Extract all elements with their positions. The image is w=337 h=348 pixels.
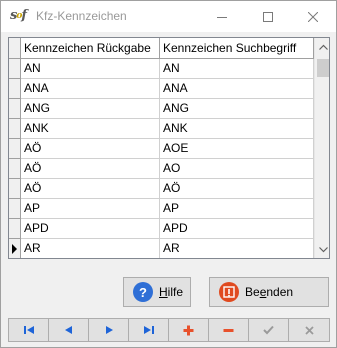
row-indicator[interactable] <box>9 199 21 219</box>
row-indicator[interactable] <box>9 139 21 159</box>
column-header-rueckgabe[interactable]: Kennzeichen Rückgabe <box>21 38 160 59</box>
row-indicator[interactable] <box>9 219 21 239</box>
cancel-x-icon <box>304 325 314 335</box>
nav-insert-button[interactable] <box>169 319 209 341</box>
close-icon <box>308 11 318 22</box>
chevron-up-icon <box>318 44 328 50</box>
app-window: sof Kfz-Kennzeichen Kennzeichen Rückgabe… <box>0 0 337 348</box>
skip-first-icon <box>23 326 34 334</box>
table-row[interactable]: ANA ANA <box>9 79 314 99</box>
scroll-up-button[interactable] <box>315 38 329 55</box>
cell-rueckgabe[interactable]: AÖ <box>21 139 160 159</box>
row-indicator[interactable] <box>9 119 21 139</box>
table-row[interactable]: AÖ AÖ <box>9 179 314 199</box>
help-icon: ? <box>133 282 153 302</box>
row-indicator[interactable] <box>9 159 21 179</box>
nav-delete-button[interactable] <box>209 319 249 341</box>
minus-icon <box>223 328 234 332</box>
table-row[interactable]: AR AR <box>9 239 314 258</box>
nav-cancel-button[interactable] <box>289 319 329 341</box>
data-grid[interactable]: Kennzeichen Rückgabe Kennzeichen Suchbeg… <box>8 37 330 259</box>
cell-suchbegriff[interactable]: AR <box>160 239 314 258</box>
cell-suchbegriff[interactable]: AP <box>160 199 314 219</box>
row-indicator[interactable] <box>9 179 21 199</box>
cell-suchbegriff[interactable]: APD <box>160 219 314 239</box>
cell-suchbegriff[interactable]: AOE <box>160 139 314 159</box>
grid-rows: AN AN ANA ANA ANG ANG ANK ANK AÖ AOE AÖ AO AÖ AÖ AP AP A… <box>9 59 314 258</box>
cell-rueckgabe[interactable]: AP <box>21 199 160 219</box>
checkmark-icon <box>263 325 274 335</box>
scroll-down-button[interactable] <box>315 241 329 258</box>
help-button-label: Hilfe <box>159 285 184 299</box>
cell-rueckgabe[interactable]: AN <box>21 59 160 79</box>
next-icon <box>105 326 113 334</box>
cell-rueckgabe[interactable]: AÖ <box>21 179 160 199</box>
nav-post-button[interactable] <box>249 319 289 341</box>
current-row-arrow-icon <box>12 244 17 254</box>
cell-rueckgabe[interactable]: APD <box>21 219 160 239</box>
table-row[interactable]: APD APD <box>9 219 314 239</box>
maximize-icon <box>263 11 273 22</box>
cell-suchbegriff[interactable]: AN <box>160 59 314 79</box>
row-indicator[interactable] <box>9 99 21 119</box>
maximize-button[interactable] <box>245 1 291 32</box>
exit-button[interactable]: Beenden <box>209 277 329 307</box>
table-row[interactable]: AÖ AOE <box>9 139 314 159</box>
table-row[interactable]: AP AP <box>9 199 314 219</box>
cell-rueckgabe[interactable]: ANA <box>21 79 160 99</box>
chevron-down-icon <box>318 246 328 252</box>
skip-last-icon <box>143 326 154 334</box>
db-navigator <box>8 318 330 342</box>
close-button[interactable] <box>290 1 336 32</box>
title-bar[interactable]: sof Kfz-Kennzeichen <box>1 1 336 32</box>
table-row[interactable]: ANK ANK <box>9 119 314 139</box>
exit-button-label: Beenden <box>245 285 294 299</box>
row-indicator[interactable] <box>9 239 21 258</box>
cell-rueckgabe[interactable]: ANG <box>21 99 160 119</box>
nav-first-button[interactable] <box>9 319 49 341</box>
cell-rueckgabe[interactable]: ANK <box>21 119 160 139</box>
nav-next-button[interactable] <box>89 319 129 341</box>
cell-suchbegriff[interactable]: AO <box>160 159 314 179</box>
table-row[interactable]: ANG ANG <box>9 99 314 119</box>
minimize-button[interactable] <box>199 1 245 32</box>
app-logo-icon: sof <box>10 8 27 23</box>
row-indicator-header <box>9 38 21 59</box>
cell-suchbegriff[interactable]: ANK <box>160 119 314 139</box>
cell-rueckgabe[interactable]: AÖ <box>21 159 160 179</box>
table-row[interactable]: AÖ AO <box>9 159 314 179</box>
cell-suchbegriff[interactable]: ANG <box>160 99 314 119</box>
help-button[interactable]: ? Hilfe <box>123 277 191 307</box>
window-title: Kfz-Kennzeichen <box>36 9 127 23</box>
minimize-icon <box>217 16 227 18</box>
cell-rueckgabe[interactable]: AR <box>21 239 160 258</box>
grid-header: Kennzeichen Rückgabe Kennzeichen Suchbeg… <box>9 38 314 59</box>
cell-suchbegriff[interactable]: ANA <box>160 79 314 99</box>
scroll-thumb[interactable] <box>317 59 329 77</box>
plus-icon <box>183 325 194 335</box>
row-indicator[interactable] <box>9 79 21 99</box>
previous-icon <box>64 326 72 334</box>
column-header-suchbegriff[interactable]: Kennzeichen Suchbegriff <box>160 38 314 59</box>
row-indicator[interactable] <box>9 59 21 79</box>
vertical-scrollbar[interactable] <box>314 38 329 258</box>
nav-prior-button[interactable] <box>49 319 89 341</box>
cell-suchbegriff[interactable]: AÖ <box>160 179 314 199</box>
table-row[interactable]: AN AN <box>9 59 314 79</box>
exit-icon <box>219 282 239 302</box>
nav-last-button[interactable] <box>129 319 169 341</box>
